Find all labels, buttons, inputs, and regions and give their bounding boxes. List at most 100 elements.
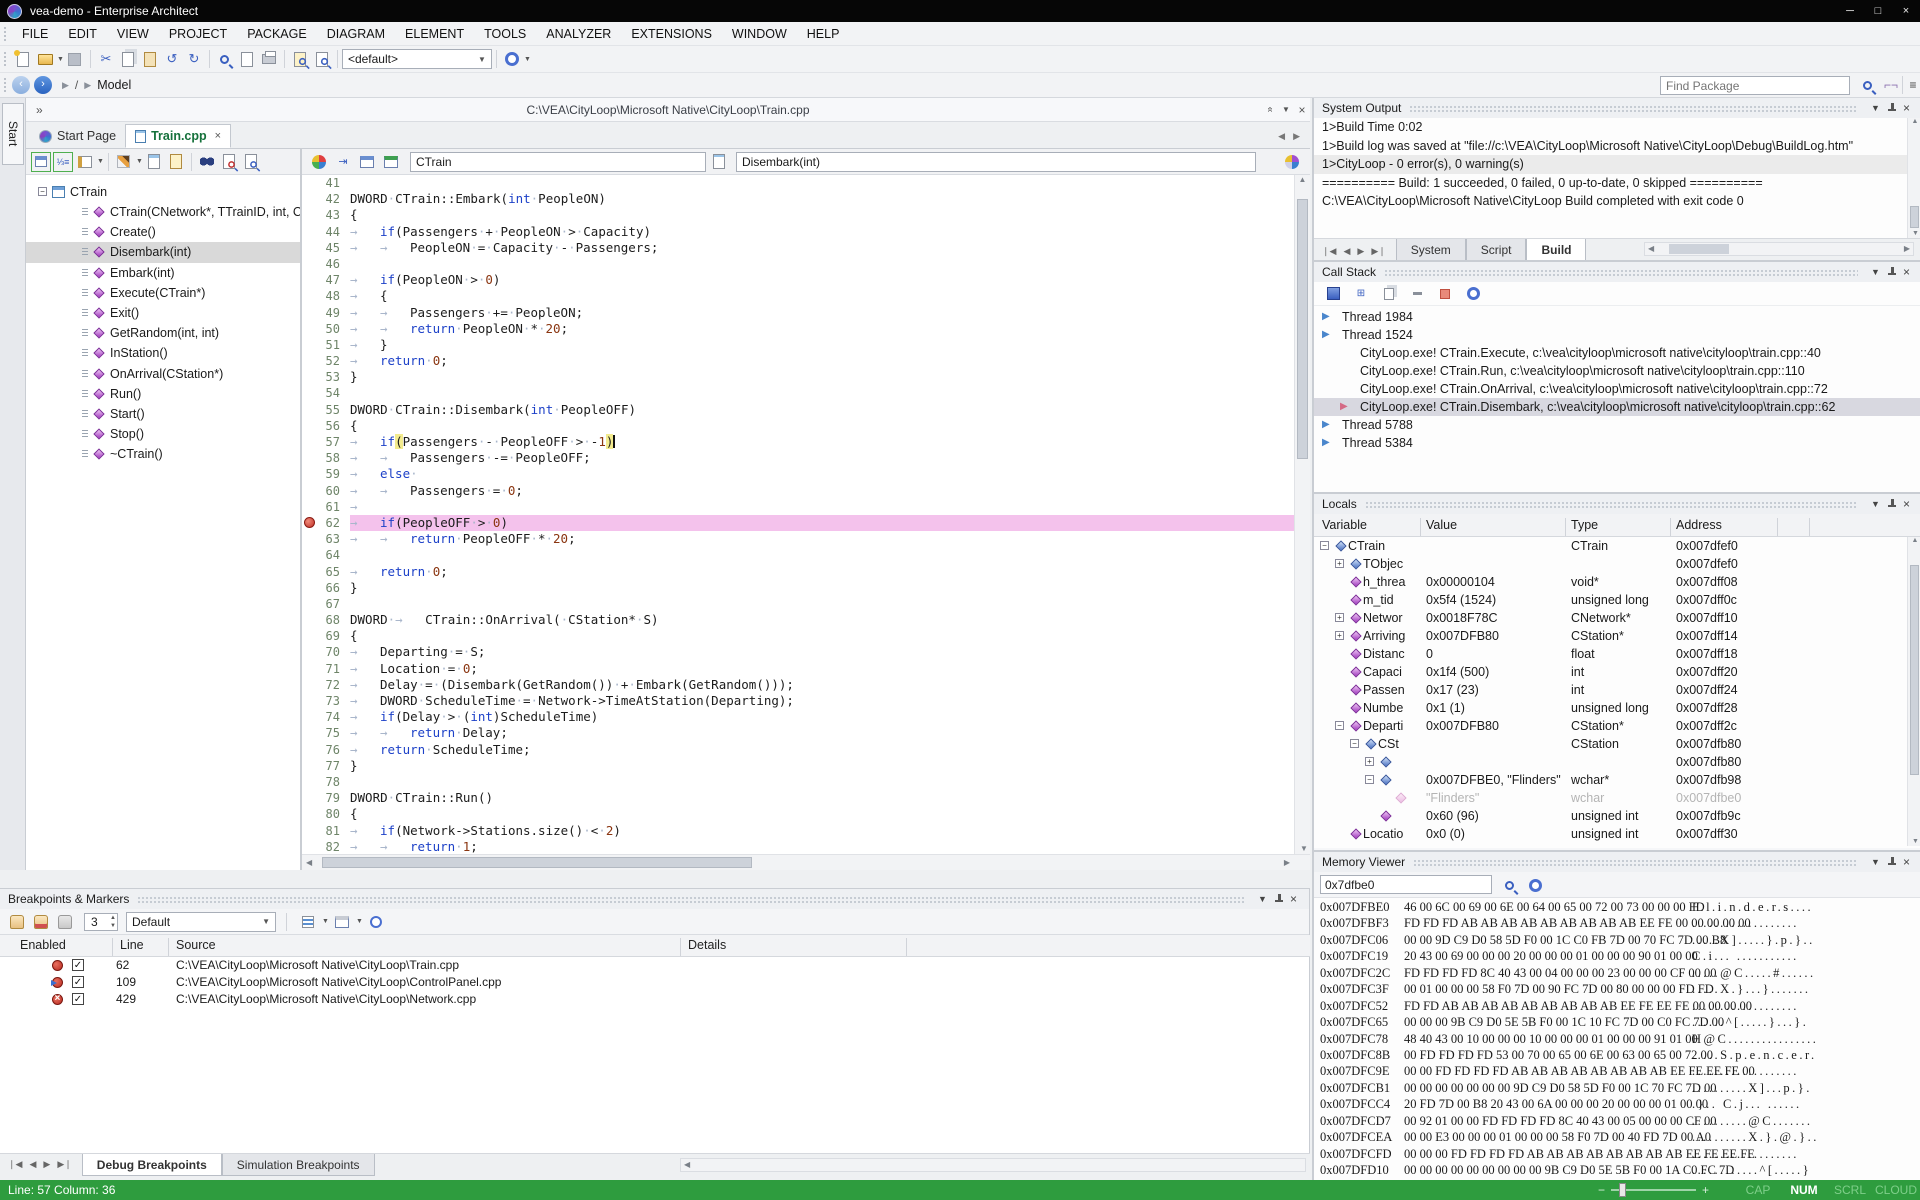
tree-expander[interactable]: +: [1335, 559, 1344, 568]
tree-expander[interactable]: −: [1335, 721, 1344, 730]
editor-gutter[interactable]: [302, 677, 316, 693]
analyzer-butterfly-icon[interactable]: [1282, 152, 1302, 172]
editor-gutter[interactable]: [302, 531, 316, 547]
first-tab-icon[interactable]: ❘◀: [8, 1159, 22, 1170]
cut-button[interactable]: ✂: [96, 49, 116, 69]
code-line[interactable]: 54: [302, 385, 1294, 401]
zoom-slider-thumb[interactable]: [1619, 1183, 1626, 1197]
stop-button[interactable]: [1435, 284, 1455, 304]
first-tab-icon[interactable]: ❘◀: [1322, 246, 1336, 257]
tab-scroll-right-icon[interactable]: ▶: [1293, 131, 1300, 142]
class-combo[interactable]: CTrain: [410, 152, 706, 172]
locals-row[interactable]: m_tid0x5f4 (1524)unsigned long0x007dff0c: [1314, 591, 1907, 609]
code-line[interactable]: 60→→Passengers·=·0;: [302, 483, 1294, 499]
find-package-search-icon[interactable]: [1857, 75, 1877, 95]
editor-gutter[interactable]: [302, 628, 316, 644]
menu-analyzer[interactable]: ANALYZER: [536, 22, 621, 46]
code-line[interactable]: 66}: [302, 580, 1294, 596]
code-line[interactable]: 77}: [302, 758, 1294, 774]
editor-gutter[interactable]: [302, 725, 316, 741]
code-line[interactable]: 51→}: [302, 337, 1294, 353]
breakpoint-row[interactable]: ✓62C:\VEA\CityLoop\Microsoft Native\City…: [0, 957, 1310, 974]
toolbar-grip[interactable]: [3, 51, 8, 67]
help-button[interactable]: [1525, 875, 1545, 895]
chevron-down-icon[interactable]: ▼: [97, 158, 104, 165]
help-button[interactable]: [366, 912, 386, 932]
close-panel-icon[interactable]: ×: [1899, 497, 1914, 511]
pin-icon[interactable]: [1887, 266, 1897, 278]
zoom-out-icon[interactable]: −: [1598, 1183, 1605, 1197]
code-line[interactable]: 42DWORD·CTrain::Embark(int·PeopleON): [302, 191, 1294, 207]
tab-simulation-breakpoints[interactable]: Simulation Breakpoints: [222, 1154, 375, 1176]
memory-row[interactable]: 0x007DFC52FD FD AB AB AB AB AB AB AB AB …: [1314, 998, 1920, 1014]
close-editor-icon[interactable]: ×: [1294, 103, 1310, 117]
grid-view-icon[interactable]: [332, 912, 352, 932]
tab-debug-breakpoints[interactable]: Debug Breakpoints: [82, 1154, 222, 1176]
system-output-log[interactable]: 1>Build Time 0:021>Build log was saved a…: [1314, 118, 1907, 238]
tree-expander[interactable]: +: [1335, 631, 1344, 640]
tree-item[interactable]: InStation(): [26, 343, 300, 363]
locals-row[interactable]: +0x007dfb80: [1314, 753, 1907, 771]
editor-gutter[interactable]: [302, 709, 316, 725]
pin-icon[interactable]: [1887, 102, 1897, 114]
memory-row[interactable]: 0x007DFCD700 92 01 00 00 FD FD FD FD 8C …: [1314, 1113, 1920, 1129]
locals-row[interactable]: Distanc0float0x007dff18: [1314, 645, 1907, 663]
editor-gutter[interactable]: [302, 547, 316, 563]
code-line[interactable]: 70→Departing·=·S;: [302, 644, 1294, 660]
prev-tab-icon[interactable]: ◀: [29, 1159, 36, 1170]
code-line[interactable]: 74→if(Delay·>·(int)ScheduleTime): [302, 709, 1294, 725]
tree-item[interactable]: GetRandom(int, int): [26, 323, 300, 343]
close-panel-icon[interactable]: ×: [1286, 892, 1301, 906]
close-button[interactable]: ×: [1892, 0, 1920, 22]
editor-gutter[interactable]: [302, 402, 316, 418]
redo-button[interactable]: ↻: [184, 49, 204, 69]
zoom-slider[interactable]: − +: [1598, 1180, 1709, 1200]
code-line[interactable]: 53}: [302, 369, 1294, 385]
collapse-all-icon[interactable]: «: [1262, 104, 1278, 115]
editor-gutter[interactable]: [302, 580, 316, 596]
output-line[interactable]: 1>CityLoop - 0 error(s), 0 warning(s): [1314, 155, 1907, 174]
menu-project[interactable]: PROJECT: [159, 22, 237, 46]
breakpoint-enabled-checkbox[interactable]: ✓: [72, 976, 84, 988]
menu-edit[interactable]: EDIT: [58, 22, 106, 46]
tree-item[interactable]: Stop(): [26, 424, 300, 444]
tree-item[interactable]: Create(): [26, 222, 300, 242]
code-line[interactable]: 47→if(PeopleON·>·0): [302, 272, 1294, 288]
next-tab-icon[interactable]: ▶: [43, 1159, 50, 1170]
editor-gutter[interactable]: [302, 369, 316, 385]
copy-down-button[interactable]: [144, 152, 164, 172]
chevron-down-icon[interactable]: ▼: [322, 918, 329, 925]
find-in-model-button[interactable]: [241, 152, 261, 172]
call-stack-thread-row[interactable]: ▶Thread 5384: [1314, 434, 1920, 452]
memory-row[interactable]: 0x007DFC7848 40 43 00 10 00 00 00 10 00 …: [1314, 1031, 1920, 1047]
tree-item[interactable]: Exit(): [26, 303, 300, 323]
last-tab-icon[interactable]: ▶❘: [57, 1159, 71, 1170]
memory-row[interactable]: 0x007DFC9E00 00 FD FD FD FD AB AB AB AB …: [1314, 1063, 1920, 1079]
chevron-down-icon[interactable]: ▼: [1868, 499, 1883, 509]
editor-gutter[interactable]: [302, 272, 316, 288]
breakpoints-horizontal-scrollbar[interactable]: ◀: [680, 1158, 1306, 1172]
call-stack-frame-row[interactable]: CityLoop.exe! CTrain.Execute, c:\vea\cit…: [1314, 344, 1920, 362]
call-stack-frame-row[interactable]: ▶CityLoop.exe! CTrain.Disembark, c:\vea\…: [1314, 398, 1920, 416]
tab-build[interactable]: Build: [1526, 239, 1586, 261]
chevron-down-icon[interactable]: ▼: [1868, 857, 1883, 867]
editor-gutter[interactable]: [302, 758, 316, 774]
code-line[interactable]: 57→if(Passengers·-·PeopleOFF·>·-1): [302, 434, 1294, 450]
chevron-down-icon[interactable]: ▼: [1255, 894, 1270, 904]
tree-item[interactable]: Disembark(int): [26, 242, 300, 262]
code-line[interactable]: 72→Delay·=·(Disembark(GetRandom())·+·Emb…: [302, 677, 1294, 693]
locals-row[interactable]: Numbe0x1 (1)unsigned long0x007dff28: [1314, 699, 1907, 717]
system-output-scrollbar[interactable]: ▲▼: [1907, 118, 1920, 238]
print-button[interactable]: [259, 49, 279, 69]
editor-gutter[interactable]: [302, 240, 316, 256]
breakpoint-set-combo[interactable]: Default ▼: [126, 912, 276, 932]
list-view-icon[interactable]: [298, 912, 318, 932]
locals-row[interactable]: −CTrainCTrain0x007dfef0: [1314, 537, 1907, 555]
menu-extensions[interactable]: EXTENSIONS: [621, 22, 722, 46]
code-line[interactable]: 78: [302, 774, 1294, 790]
editor-gutter[interactable]: [302, 644, 316, 660]
numbered-list-button[interactable]: ⅓≡: [53, 152, 73, 172]
new-file-button[interactable]: [13, 49, 33, 69]
search-button[interactable]: [215, 49, 235, 69]
code-line[interactable]: 49→→Passengers·+=·PeopleON;: [302, 305, 1294, 321]
